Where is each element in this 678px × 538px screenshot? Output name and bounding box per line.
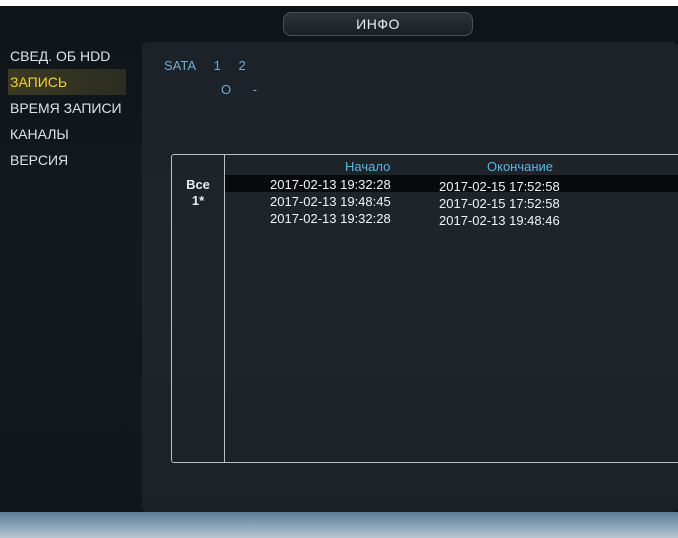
sidebar-item-record-time[interactable]: ВРЕМЯ ЗАПИСИ [8,95,126,121]
header-end: Окончание [487,159,554,174]
row-start-time: 2017-02-13 19:32:28 [270,211,391,226]
sidebar: СВЕД. ОБ HDD ЗАПИСЬ ВРЕМЯ ЗАПИСИ КАНАЛЫ … [8,43,126,173]
table-row[interactable]: 2017-02-13 19:32:28 2017-02-13 19:48:46 [225,211,678,228]
recording-table: Все 1* Начало Окончание 2017-02-13 19:32… [171,154,678,463]
sidebar-item-recording[interactable]: ЗАПИСЬ [8,69,126,95]
sata-port-2: 2 [238,58,246,73]
channel-all[interactable]: Все [172,177,224,192]
row-end-time: 2017-02-15 17:52:58 [439,179,560,194]
sata-port-2-status: - [252,82,258,97]
sata-label: SATA [164,58,197,73]
table-row[interactable]: 2017-02-13 19:48:45 2017-02-15 17:52:58 [225,194,678,211]
table-header: Начало Окончание [225,159,678,175]
sidebar-item-version[interactable]: ВЕРСИЯ [8,147,126,173]
row-start-time: 2017-02-13 19:48:45 [270,194,391,209]
sata-port-1-status: O [221,82,232,97]
sidebar-item-hdd-info[interactable]: СВЕД. ОБ HDD [8,43,126,69]
header-start: Начало [345,159,391,174]
channel-column: Все 1* [172,155,225,462]
sata-status-row: O - [221,82,275,97]
window-title: ИНФО [283,12,473,36]
table-row[interactable]: 2017-02-13 19:32:28 2017-02-15 17:52:58 [225,177,678,194]
row-end-time: 2017-02-15 17:52:58 [439,196,560,211]
sidebar-item-channels[interactable]: КАНАЛЫ [8,121,126,147]
channel-1[interactable]: 1* [172,193,224,208]
sata-port-1: 1 [213,58,221,73]
row-start-time: 2017-02-13 19:32:28 [270,177,391,192]
monitor-bezel [0,512,678,538]
row-end-time: 2017-02-13 19:48:46 [439,213,560,228]
sata-header-row: SATA 1 2 [164,58,260,73]
